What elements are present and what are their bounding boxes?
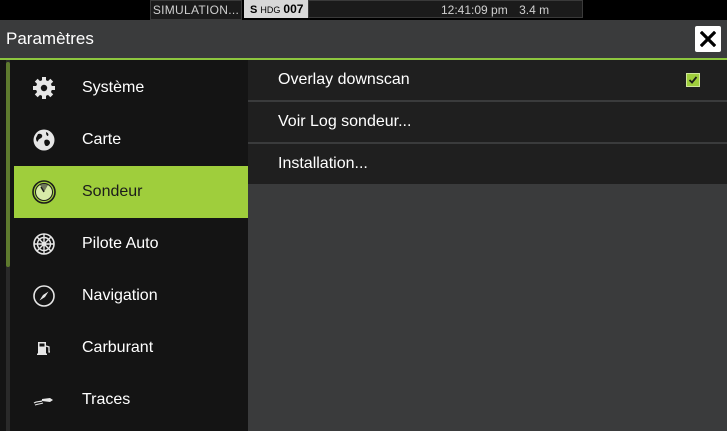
simulation-indicator[interactable]: SIMULATION...: [150, 0, 242, 20]
overlay-downscan-checkbox[interactable]: [686, 73, 700, 87]
settings-sidebar: Système Carte Sondeur Pilote Auto Naviga…: [0, 60, 248, 431]
page-title: Paramètres: [6, 29, 94, 48]
option-voir-log-sondeur[interactable]: Voir Log sondeur...: [248, 102, 727, 144]
sidebar-item-sondeur[interactable]: Sondeur: [14, 166, 248, 218]
option-label: Installation...: [278, 155, 368, 172]
option-label: Overlay downscan: [278, 71, 410, 88]
close-button[interactable]: [695, 26, 721, 52]
sidebar-item-label: Sondeur: [82, 183, 143, 200]
clock-time: 12:41:09 pm: [441, 3, 508, 17]
settings-content: Overlay downscan Voir Log sondeur... Ins…: [248, 60, 727, 431]
boat-trail-icon: [28, 384, 60, 416]
checkmark-icon: [688, 76, 698, 84]
sidebar-item-navigation[interactable]: Navigation: [14, 270, 248, 322]
sidebar-item-label: Traces: [82, 391, 131, 408]
depth-value: 3.4 m: [519, 3, 550, 17]
sonar-icon: [28, 176, 60, 208]
gear-icon: [28, 72, 60, 104]
sidebar-scroll-thumb[interactable]: [6, 62, 10, 267]
option-label: Voir Log sondeur...: [278, 113, 412, 130]
sidebar-item-carte[interactable]: Carte: [14, 114, 248, 166]
sidebar-item-label: Carte: [82, 131, 122, 148]
compass-icon: [28, 280, 60, 312]
sidebar-item-systeme[interactable]: Système: [14, 62, 248, 114]
title-bar: Paramètres: [0, 20, 727, 60]
sidebar-item-label: Pilote Auto: [82, 235, 159, 252]
heading-readout[interactable]: SHDG 007 °M: [244, 0, 314, 33]
option-overlay-downscan[interactable]: Overlay downscan: [248, 60, 727, 102]
heading-prefix: S: [250, 4, 258, 16]
fuel-pump-icon: [28, 332, 60, 364]
sidebar-item-traces[interactable]: Traces: [14, 374, 248, 426]
status-bar: SIMULATION... SHDG 007 °M 12:41:09 pm 3.…: [0, 0, 727, 33]
close-icon: [700, 31, 716, 47]
sidebar-item-label: Système: [82, 79, 145, 96]
helm-icon: [28, 228, 60, 260]
sidebar-item-label: Navigation: [82, 287, 158, 304]
sidebar-item-label: Carburant: [82, 339, 154, 356]
time-depth-readout[interactable]: 12:41:09 pm 3.4 m: [308, 0, 583, 18]
option-installation[interactable]: Installation...: [248, 144, 727, 186]
sidebar-item-carburant[interactable]: Carburant: [14, 322, 248, 374]
heading-value: 007: [283, 2, 304, 16]
sidebar-item-pilote-auto[interactable]: Pilote Auto: [14, 218, 248, 270]
globe-icon: [28, 124, 60, 156]
heading-label: HDG: [260, 5, 281, 15]
